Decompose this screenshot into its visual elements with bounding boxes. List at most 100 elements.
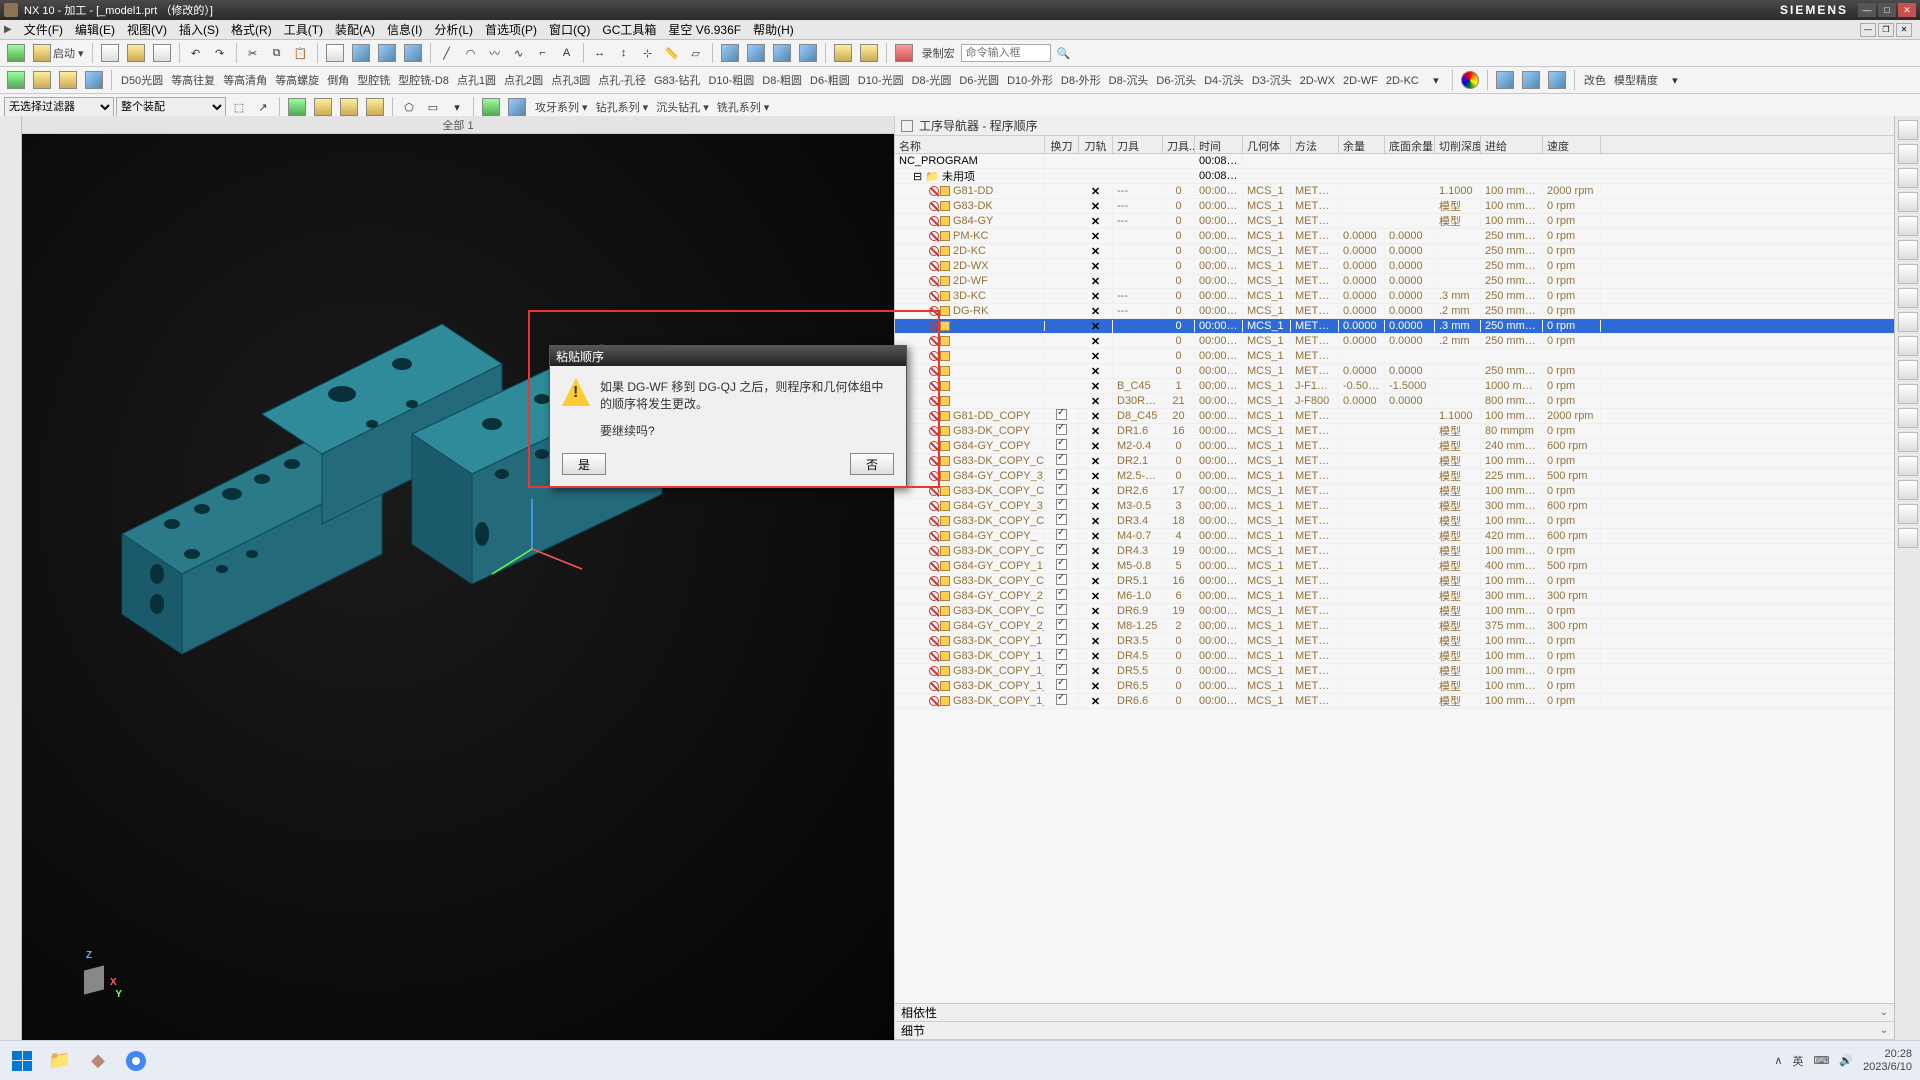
tb2-c-icon[interactable] (56, 69, 80, 91)
side-btn-16[interactable] (1898, 480, 1918, 500)
tb2-tool[interactable]: D6-光圆 (955, 75, 1003, 87)
side-btn-7[interactable] (1898, 264, 1918, 284)
operation-row[interactable]: DG-RK✕---000:00:00MCS_1METHOD0.00000.000… (895, 304, 1894, 319)
nx-app-icon[interactable]: ◆ (84, 1047, 112, 1075)
col-speed[interactable]: 速度 (1543, 136, 1601, 153)
operation-row[interactable]: G83-DK_COPY_CO...✕DR4.31900:00:00MCS_1ME… (895, 544, 1894, 559)
arc-tool-icon[interactable]: ◠ (460, 42, 482, 64)
line-tool-icon[interactable]: ╱ (436, 42, 458, 64)
assembly-select[interactable]: 整个装配 (116, 97, 226, 117)
tb2-tool[interactable]: 2D-WX (1296, 75, 1339, 87)
tree-root-row[interactable]: NC_PROGRAM00:08:12 (895, 154, 1894, 169)
tb3-dropdown[interactable]: 铣孔系列 ▾ (713, 102, 774, 114)
box-tool-icon[interactable] (349, 42, 373, 64)
dropdown-more-icon[interactable]: ▾ (1425, 69, 1447, 91)
operation-row[interactable]: G83-DK_COPY_1_C...✕DR6.5000:00:00MCS_1ME… (895, 679, 1894, 694)
file-explorer-icon[interactable]: 📁 (46, 1047, 74, 1075)
cut-icon[interactable]: ✂ (242, 42, 264, 64)
operation-row[interactable]: G84-GY_COPY_✕M4-0.7400:00:00MCS_1METHOD模… (895, 529, 1894, 544)
side-btn-4[interactable] (1898, 192, 1918, 212)
tb2-tool[interactable]: 等高往复 (167, 75, 219, 87)
tb3-dropdown[interactable]: 攻牙系列 ▾ (531, 102, 592, 114)
volume-icon[interactable]: 🔊 (1839, 1054, 1853, 1067)
side-btn-11[interactable] (1898, 360, 1918, 380)
side-btn-13[interactable] (1898, 408, 1918, 428)
op2-icon[interactable] (311, 96, 335, 118)
side-btn-12[interactable] (1898, 384, 1918, 404)
tb3-dropdown[interactable]: 沉头钻孔 ▾ (652, 102, 713, 114)
arrow-select-icon[interactable]: ↗ (252, 96, 274, 118)
system-clock[interactable]: 20:282023/6/10 (1863, 1048, 1912, 1074)
tb2-tool[interactable]: D6-粗圆 (806, 75, 854, 87)
operation-row[interactable]: G83-DK_COPY_1_C...✕DR4.5000:00:00MCS_1ME… (895, 649, 1894, 664)
layer2-icon[interactable] (1519, 69, 1543, 91)
maximize-button[interactable]: □ (1878, 3, 1896, 17)
operation-row[interactable]: G83-DK_COPY_1_C...✕DR5.5000:00:00MCS_1ME… (895, 664, 1894, 679)
filter-select[interactable]: 无选择过滤器 (4, 97, 114, 117)
col-tool[interactable]: 刀具 (1113, 136, 1163, 153)
curve-tool-icon[interactable]: 〰 (484, 42, 506, 64)
menu-item[interactable]: 工具(T) (278, 21, 329, 39)
tb2-tool[interactable]: 等高螺旋 (271, 75, 323, 87)
tb2-tool[interactable]: D10-粗圆 (704, 75, 758, 87)
tb2-tool[interactable]: 点孔1圆 (453, 75, 500, 87)
cube-blue-icon[interactable] (505, 96, 529, 118)
dim-h-icon[interactable]: ↔ (589, 42, 611, 64)
tray-expand-icon[interactable]: ∧ (1774, 1054, 1782, 1067)
command-input[interactable] (961, 44, 1051, 62)
col-geom[interactable]: 几何体 (1243, 136, 1291, 153)
col-time[interactable]: 时间 (1195, 136, 1243, 153)
menu-item[interactable]: 格式(R) (225, 21, 278, 39)
minimize-button[interactable]: — (1858, 3, 1876, 17)
tb2-tool[interactable]: 点孔3圆 (547, 75, 594, 87)
side-btn-14[interactable] (1898, 432, 1918, 452)
tb2-tool[interactable]: D4-沉头 (1200, 75, 1248, 87)
menu-expand-icon[interactable]: ▶ (4, 24, 12, 35)
tb2-tool[interactable]: D10-光圆 (854, 75, 908, 87)
spline-tool-icon[interactable]: ∿ (508, 42, 530, 64)
menu-item[interactable]: 插入(S) (173, 21, 225, 39)
orange-tool-icon[interactable] (831, 42, 855, 64)
menu-item[interactable]: 视图(V) (121, 21, 173, 39)
operation-row[interactable]: G83-DK_COPY✕DR1.61600:00:00MCS_1METHOD模型… (895, 424, 1894, 439)
tb2-b-icon[interactable] (30, 69, 54, 91)
operation-row[interactable]: ✕000:00:00MCS_1METHOD0.00000.0000.2 mm25… (895, 334, 1894, 349)
text-tool-icon[interactable]: A (556, 42, 578, 64)
menu-item[interactable]: GC工具箱 (596, 21, 662, 39)
corner-tool-icon[interactable]: ⌐ (532, 42, 554, 64)
cube-preset4-icon[interactable] (796, 42, 820, 64)
col-toolchange[interactable]: 换刀 (1045, 136, 1079, 153)
operation-row[interactable]: G83-DK_COPY_1_C...✕DR6.6000:00:00MCS_1ME… (895, 694, 1894, 709)
operation-row[interactable]: ✕B_C45100:00:00MCS_1J-F1000-0.5000-1.500… (895, 379, 1894, 394)
pick-icon[interactable]: ⬚ (228, 96, 250, 118)
search-icon[interactable]: 🔍 (1053, 42, 1075, 64)
menu-item[interactable]: 装配(A) (329, 21, 381, 39)
operation-row[interactable]: G81-DD_COPY✕D8_C452000:00:00MCS_1METHOD1… (895, 409, 1894, 424)
cube-preset2-icon[interactable] (744, 42, 768, 64)
tb2-tool[interactable]: 倒角 (323, 75, 353, 87)
no-button[interactable]: 否 (850, 453, 894, 475)
job-icon[interactable] (4, 42, 28, 64)
tb2-tool[interactable]: 点孔-孔径 (594, 75, 650, 87)
tb2-tool[interactable]: D8-粗圆 (758, 75, 806, 87)
pin-icon[interactable] (901, 120, 913, 132)
palette-icon[interactable] (1458, 69, 1482, 91)
cube-preset-icon[interactable] (718, 42, 742, 64)
op4-icon[interactable] (363, 96, 387, 118)
menu-item[interactable]: 分析(L) (428, 21, 479, 39)
tb2-a-icon[interactable] (4, 69, 28, 91)
col-path[interactable]: 刀轨 (1079, 136, 1113, 153)
axis-icon[interactable]: ⊹ (637, 42, 659, 64)
start-button[interactable] (8, 1047, 36, 1075)
side-btn-9[interactable] (1898, 312, 1918, 332)
side-btn-17[interactable] (1898, 504, 1918, 524)
op1-icon[interactable] (285, 96, 309, 118)
operation-row[interactable]: G83-DK_COPY_1✕DR3.5000:00:00MCS_1METHOD模… (895, 634, 1894, 649)
col-stock[interactable]: 余量 (1339, 136, 1385, 153)
operation-row[interactable]: ✕000:00:00MCS_1METHOD0.00000.0000250 mmp… (895, 364, 1894, 379)
operation-row[interactable]: G84-GY_COPY_3_C...✕M2.5-0.45000:00:00MCS… (895, 469, 1894, 484)
operation-row[interactable]: G84-GY✕---000:00:00MCS_1METHOD模型100 mmpm… (895, 214, 1894, 229)
col-feed[interactable]: 进给 (1481, 136, 1543, 153)
operation-row[interactable]: G83-DK_COPY_CO...✕DR5.11600:00:00MCS_1ME… (895, 574, 1894, 589)
side-btn-10[interactable] (1898, 336, 1918, 356)
